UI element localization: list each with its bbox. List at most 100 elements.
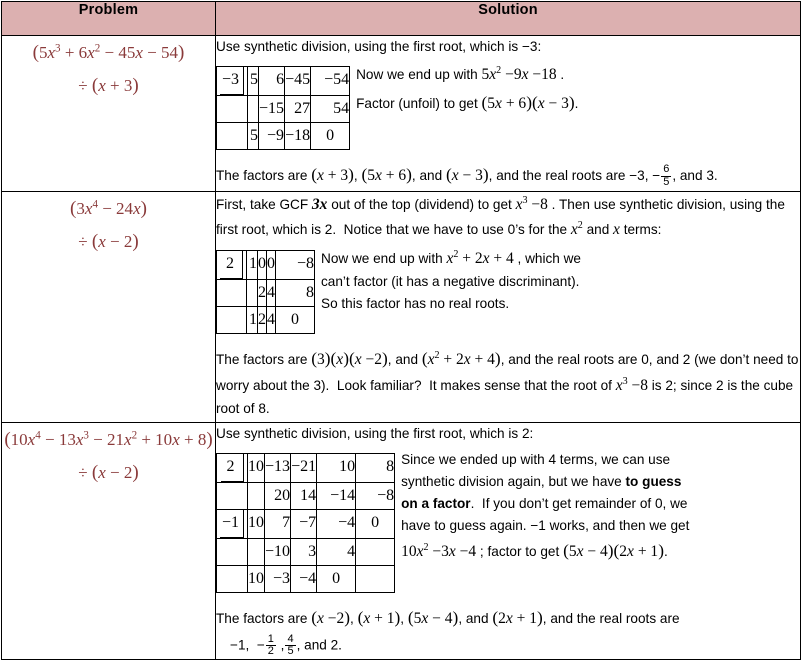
solution-intro-2: First, take GCF 3x out of the top (divid… [216,194,785,238]
synthetic-row-dividend: −3 5 6 −45 −54 [215,66,351,96]
problem-cell-1: (5x3 + 6x2 − 45x − 54) ÷ (x + 3) [1,35,216,192]
synthetic-result: 2 [257,305,267,334]
synthetic-product: 2 [257,278,267,307]
problem-expression-line1: (5x3 + 6x2 − 45x − 54) [32,42,185,63]
table-header-row: Problem Solution [1,1,801,36]
side-note: 10x2 −3x −4 ; factor to get (5x − 4)(2x … [401,541,668,561]
synthetic-result: 5 [247,121,260,150]
synthetic-coefficient: 6 [258,66,286,96]
synthetic-result: −9 [258,121,286,150]
synthetic-result: 10 [247,564,266,593]
synthetic-coefficient: 10 [316,453,357,483]
synthetic-result: −7 [290,508,318,539]
synthetic-product: 3 [290,537,318,566]
synthetic-row-dividend: 2 10 −13 −21 10 8 [215,453,396,483]
solution-intro-3: Use synthetic division, using the first … [216,426,534,442]
synthetic-product: −8 [355,481,396,510]
synthetic-result: 4 [266,305,276,334]
synthetic-result: −4 [316,508,357,539]
synthetic-row-result: 5 −9 −18 0 [215,121,351,150]
synthetic-spacer [215,481,249,510]
solution-conclusion-2: The factors are (3)(x)(x −2), and (x2 + … [216,348,799,416]
synthetic-coefficient: 0 [266,250,276,280]
synthetic-divisor: 2 [216,250,247,280]
synthetic-coefficient: −13 [264,453,292,483]
synthetic-result: 1 [246,305,258,334]
synthetic-coefficient: 1 [246,250,258,280]
column-header-solution: Solution [215,1,801,36]
side-note: So this factor has no real roots. [321,296,510,312]
synthetic-division-block-3: 2 10 −13 −21 10 8 20 14 −14 −8 −1 10 7 −… [215,447,396,595]
synthetic-row-result-second: 10 −3 −4 0 [215,564,396,593]
synthetic-row-result-and-second-divisor: −1 10 7 −7 −4 0 [215,508,396,539]
synthetic-spacer [355,537,396,566]
synthetic-product: 54 [310,94,351,123]
problem-cell-2: (3x4 − 24x) ÷ (x − 2) [1,190,216,424]
synthetic-remainder-second: 0 [316,564,357,593]
solution-cell-1: Use synthetic division, using the first … [215,35,801,192]
synthetic-division-area-2: 2 1 0 0 −8 2 4 8 1 2 4 0 Now we end up w… [216,244,800,336]
synthetic-coefficient: 10 [247,453,266,483]
synthetic-spacer [216,305,247,334]
synthetic-product: 4 [316,537,357,566]
problem-cell-3: (10x4 − 13x3 − 21x2 + 10x + 8) ÷ (x − 2) [1,422,216,660]
synthetic-spacer [215,121,249,150]
solution-side-notes-3: Since we ended up with 4 terms, we can u… [401,447,800,565]
synthetic-remainder: 0 [310,121,351,150]
synthetic-divisor-second: −1 [215,508,249,539]
problem-expression-line1: (3x4 − 24x) [70,197,147,219]
synthetic-product: −15 [258,94,286,123]
synthetic-spacer [355,564,396,593]
synthetic-coefficient: −8 [275,250,315,280]
synthetic-spacer [247,94,260,123]
synthetic-coefficient: −54 [310,66,351,96]
solution-cell-3: Use synthetic division, using the first … [215,422,801,660]
synthetic-division-block-2: 2 1 0 0 −8 2 4 8 1 2 4 0 [216,244,315,336]
synthetic-row-products: 20 14 −14 −8 [215,481,396,510]
synthetic-division-area-1: −3 5 6 −45 −54 −15 27 54 5 −9 −18 0 Now … [215,60,800,152]
synthetic-product: 8 [275,278,315,307]
synthetic-remainder: 0 [355,508,396,539]
synthetic-result: 10 [247,508,266,539]
synthetic-coefficient: 5 [247,66,260,96]
synthetic-product: 14 [290,481,318,510]
solution-side-notes-1: Now we end up with 5x2 −9x −18 . Factor … [356,60,800,119]
synthetic-product: −14 [316,481,357,510]
synthetic-result: −18 [284,121,312,150]
synthetic-remainder: 0 [275,305,315,334]
problem-expression-line2: ÷ (x − 2) [78,462,139,484]
synthetic-coefficient: 8 [355,453,396,483]
synthetic-result: 7 [264,508,292,539]
synthetic-divisor: −3 [215,66,249,96]
synthetic-spacer [246,278,258,307]
synthetic-result: −3 [264,564,292,593]
synthetic-divisor: 2 [215,453,249,483]
table-row: (10x4 − 13x3 − 21x2 + 10x + 8) ÷ (x − 2)… [1,422,801,660]
solution-conclusion-1: The factors are (x + 3), (5x + 6), and (… [216,163,718,188]
table-row: (5x3 + 6x2 − 45x − 54) ÷ (x + 3) Use syn… [1,35,801,192]
synthetic-product: 27 [284,94,312,123]
synthetic-spacer [215,537,249,566]
synthetic-spacer [247,481,266,510]
synthetic-spacer [215,564,249,593]
solution-conclusion-3-roots: −1, −1 2 ,45, and 2. [230,632,342,657]
synthetic-spacer [216,278,247,307]
synthetic-coefficient: −45 [284,66,312,96]
synthetic-result: −4 [290,564,318,593]
solution-intro-1: Use synthetic division, using the first … [216,39,542,54]
solution-side-notes-2: Now we end up with x2 + 2x + 4 , which w… [321,244,800,315]
column-header-problem: Problem [1,1,216,36]
side-note: on a factor. If you don’t get remainder … [401,496,688,512]
side-note: can’t factor (it has a negative discrimi… [321,274,580,290]
problem-expression-line1: (10x4 − 13x3 − 21x2 + 10x + 8) [4,429,213,451]
side-note: Factor (unfoil) to get (5x + 6)(x − 3). [356,93,579,113]
synthetic-row-products: 2 4 8 [216,278,315,307]
synthetic-row-products-second: −10 3 4 [215,537,396,566]
synthetic-division-table: 2 1 0 0 −8 2 4 8 1 2 4 0 [216,250,315,334]
side-note: Now we end up with 5x2 −9x −18 . [356,64,565,84]
side-note: Since we ended up with 4 terms, we can u… [401,452,671,468]
synthetic-division-table: −3 5 6 −45 −54 −15 27 54 5 −9 −18 0 [215,66,351,150]
side-note: Now we end up with x2 + 2x + 4 , which w… [321,248,581,268]
synthetic-product: 20 [264,481,292,510]
synthetic-division-table: 2 10 −13 −21 10 8 20 14 −14 −8 −1 10 7 −… [215,453,396,593]
